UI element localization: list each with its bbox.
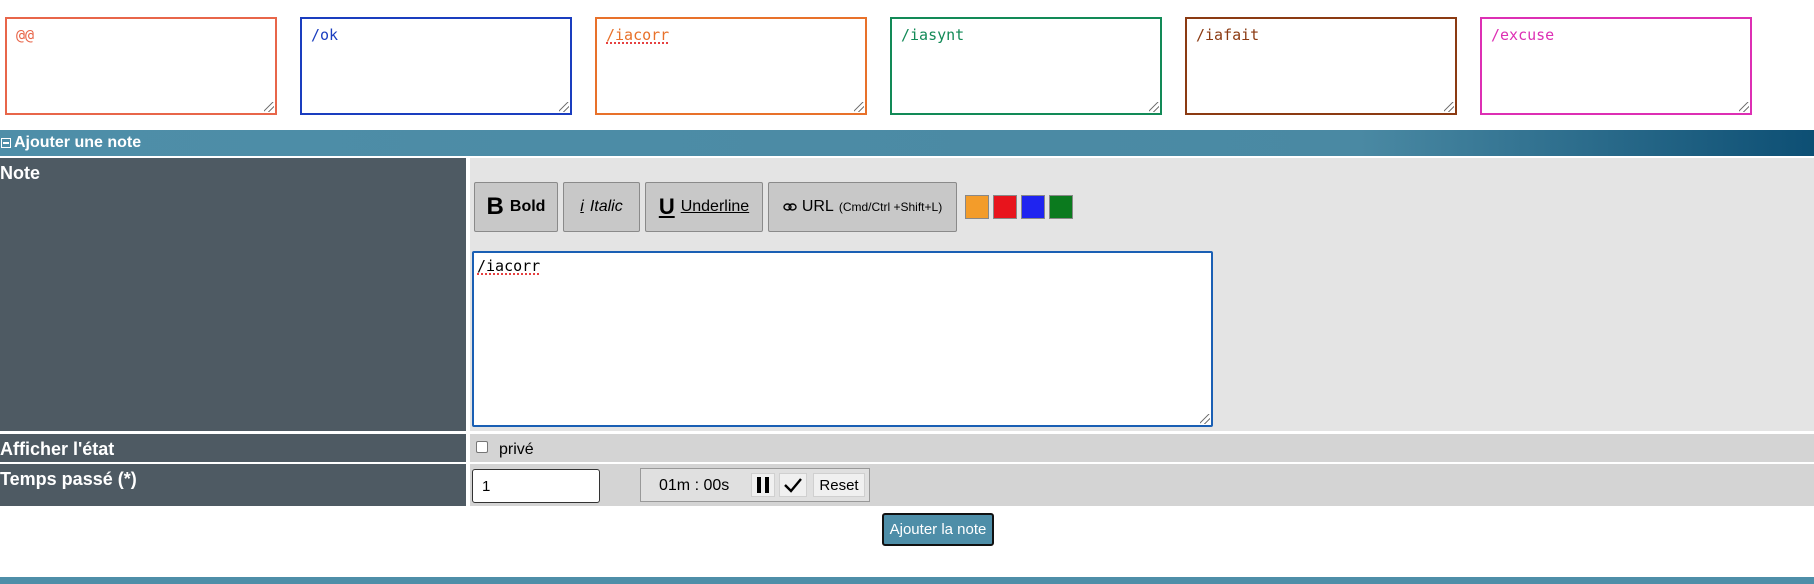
reset-button[interactable]: Reset (813, 473, 865, 497)
italic-button[interactable]: i Italic (563, 182, 640, 232)
add-note-button[interactable]: Ajouter la note (882, 513, 994, 546)
underline-label: Underline (680, 198, 750, 215)
note-label: Note (0, 163, 40, 183)
color-blue-swatch[interactable] (1021, 195, 1045, 219)
note-editor-text: /iacorr (477, 257, 541, 275)
bold-label: Bold (509, 198, 546, 215)
state-label-cell: Afficher l'état (0, 434, 466, 462)
underline-button[interactable]: U Underline (645, 182, 763, 232)
url-shortcut: (Cmd/Ctrl +Shift+L) (838, 200, 943, 214)
resize-grip-icon[interactable] (1739, 102, 1749, 112)
resize-grip-icon[interactable] (1444, 102, 1454, 112)
macro-field-4[interactable]: /iasynt (890, 17, 1162, 115)
macro-text-4: /iasynt (901, 26, 965, 44)
italic-label: Italic (589, 198, 623, 215)
resize-grip-icon[interactable] (854, 102, 864, 112)
color-red-swatch[interactable] (993, 195, 1017, 219)
state-value-cell (470, 434, 1814, 462)
macro-field-6[interactable]: /excuse (1480, 17, 1752, 115)
macro-textareas: @@ /ok /iacorr /iasynt /iafait /excuse (0, 0, 1814, 122)
timer-display: 01m : 00s (659, 477, 730, 494)
section-title: Ajouter une note (14, 134, 142, 151)
validate-timer-button[interactable] (779, 473, 807, 497)
pause-button[interactable] (751, 473, 775, 497)
section-header[interactable]: Ajouter une note (0, 130, 1814, 156)
state-label: Afficher l'état (0, 439, 115, 459)
macro-text-6: /excuse (1491, 26, 1555, 44)
note-editor[interactable]: /iacorr (472, 251, 1213, 427)
resize-grip-icon[interactable] (264, 102, 274, 112)
time-spent-value: 1 (482, 478, 491, 495)
private-label: privé (499, 441, 534, 458)
time-label: Temps passé (*) (0, 469, 137, 489)
pause-icon (757, 477, 769, 493)
macro-field-1[interactable]: @@ (5, 17, 277, 115)
resize-grip-icon[interactable] (559, 102, 569, 112)
bottom-section-bar (0, 577, 1814, 584)
note-label-cell: Note (0, 158, 466, 431)
bold-button[interactable]: B Bold (474, 182, 558, 232)
macro-text-5: /iafait (1196, 26, 1260, 44)
add-note-label: Ajouter la note (889, 521, 987, 538)
bold-icon: B (486, 193, 504, 220)
macro-field-2[interactable]: /ok (300, 17, 572, 115)
color-orange-swatch[interactable] (965, 195, 989, 219)
resize-grip-icon[interactable] (1200, 414, 1210, 424)
checkmark-icon (784, 478, 802, 493)
url-label: URL (801, 198, 834, 215)
macro-field-3[interactable]: /iacorr (595, 17, 867, 115)
macro-text-2: /ok (311, 26, 339, 44)
resize-grip-icon[interactable] (1149, 102, 1159, 112)
macro-text-1: @@ (16, 26, 35, 44)
macro-text-3: /iacorr (606, 26, 670, 44)
private-checkbox[interactable] (476, 441, 488, 453)
reset-label: Reset (819, 476, 859, 494)
time-label-cell: Temps passé (*) (0, 464, 466, 506)
link-icon (783, 203, 797, 211)
color-green-swatch[interactable] (1049, 195, 1073, 219)
time-spent-input[interactable]: 1 (472, 469, 600, 503)
italic-icon: i (580, 198, 584, 215)
collapse-icon[interactable] (1, 138, 11, 148)
underline-icon: U (658, 194, 675, 219)
macro-field-5[interactable]: /iafait (1185, 17, 1457, 115)
timer-widget: 01m : 00s Reset (640, 468, 870, 502)
url-button[interactable]: URL (Cmd/Ctrl +Shift+L) (768, 182, 957, 232)
